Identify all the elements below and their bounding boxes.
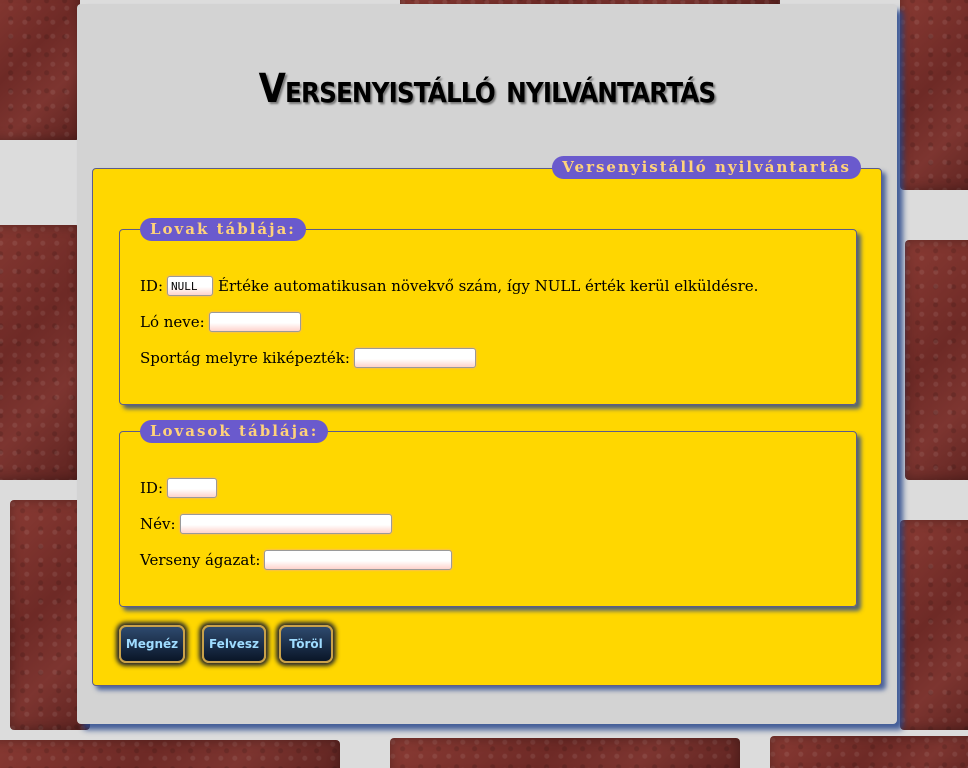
horse-name-row: Ló neve: [140,312,301,332]
main-panel: Versenyistálló nyilvántartás Versenyistá… [77,4,897,724]
rider-name-input[interactable] [179,514,392,534]
main-form: Versenyistálló nyilvántartás Lovak táblá… [92,156,882,686]
horse-name-label: Ló neve: [140,313,205,331]
horse-sport-input[interactable] [353,348,476,368]
horses-fieldset: Lovak táblája: ID: Értéke automatikusan … [119,218,857,405]
horse-id-row: ID: Értéke automatikusan növekvő szám, í… [140,276,758,296]
rider-branch-input[interactable] [264,550,453,570]
view-button[interactable]: Megnéz [119,625,185,663]
horse-id-label: ID: [140,277,164,295]
horse-sport-label: Sportág melyre kiképezték: [140,349,350,367]
horse-name-input[interactable] [208,312,301,332]
rider-id-label: ID: [140,479,164,497]
riders-legend: Lovasok táblája: [140,420,329,443]
horse-id-note: Értéke automatikusan növekvő szám, így N… [218,277,759,295]
rider-name-label: Név: [140,515,176,533]
add-button[interactable]: Felvesz [202,625,266,663]
delete-button[interactable]: Töröl [279,625,333,663]
horse-sport-row: Sportág melyre kiképezték: [140,348,476,368]
horses-legend: Lovak táblája: [140,218,306,241]
horse-id-input[interactable] [167,276,214,296]
rider-name-row: Név: [140,514,392,534]
main-form-legend: Versenyistálló nyilvántartás [552,156,861,179]
rider-id-input[interactable] [167,478,218,498]
rider-branch-row: Verseny ágazat: [140,550,453,570]
rider-branch-label: Verseny ágazat: [140,551,261,569]
riders-fieldset: Lovasok táblája: ID: Név: Verseny ágazat… [119,420,857,607]
rider-id-row: ID: [140,478,218,498]
page-title: Versenyistálló nyilvántartás [258,66,717,112]
